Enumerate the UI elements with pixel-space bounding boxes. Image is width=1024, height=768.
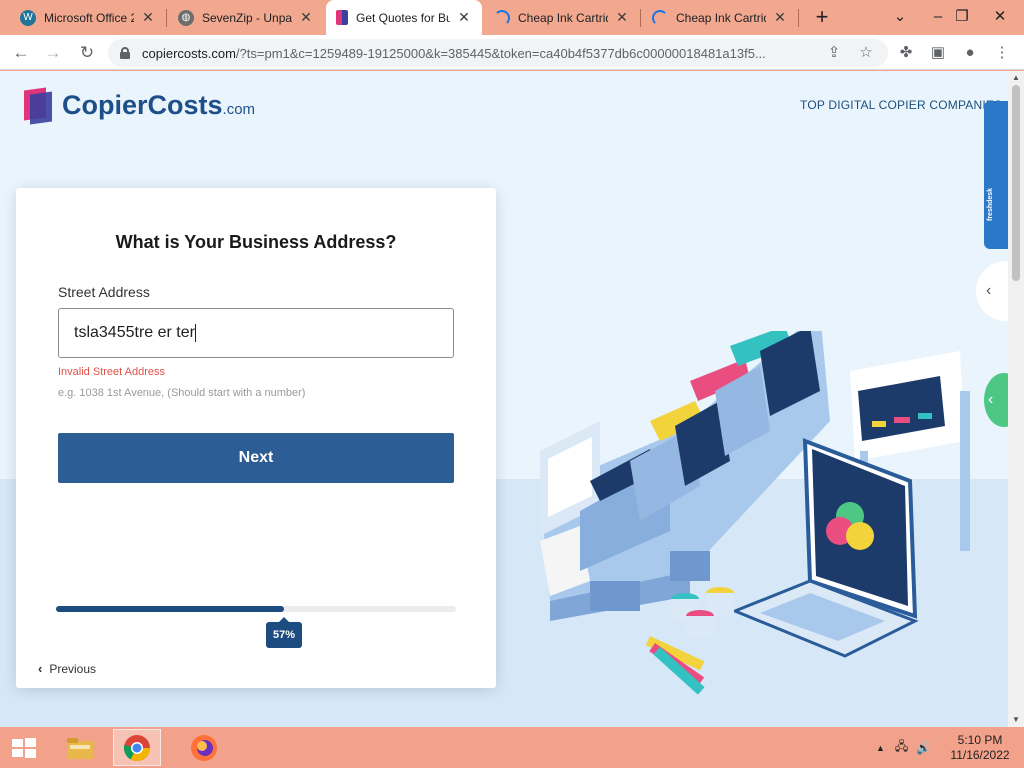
url-host: copiercosts.com bbox=[142, 45, 236, 61]
address-form-card: What is Your Business Address? Street Ad… bbox=[16, 188, 496, 688]
tab-title: Cheap Ink Cartrid bbox=[518, 10, 608, 25]
url-text: copiercosts.com/?ts=pm1&c=1259489-191250… bbox=[142, 46, 822, 61]
volume-icon[interactable]: 🔊 bbox=[916, 741, 931, 755]
address-bar[interactable]: copiercosts.com/?ts=pm1&c=1259489-191250… bbox=[108, 39, 888, 67]
page-scrollbar[interactable]: ▲ ▼ bbox=[1008, 71, 1024, 727]
browser-toolbar: ← → ↻ copiercosts.com/?ts=pm1&c=1259489-… bbox=[0, 35, 1024, 70]
menu-kebab-icon[interactable]: ⋮ bbox=[989, 40, 1015, 66]
tab-cheap-ink-1[interactable]: Cheap Ink Cartrid ✕ bbox=[484, 0, 640, 35]
globe-icon: ◍ bbox=[178, 9, 194, 26]
close-icon[interactable]: ✕ bbox=[140, 9, 156, 26]
back-arrow-icon[interactable]: ← bbox=[8, 40, 34, 66]
windows-start-button[interactable] bbox=[0, 729, 48, 766]
logo-text: CopierCosts.com bbox=[62, 90, 255, 121]
chevron-left-icon: ‹ bbox=[986, 282, 992, 299]
loading-icon bbox=[652, 9, 668, 26]
tab-title: Get Quotes for Bu bbox=[356, 10, 450, 25]
firefox-taskbar-button[interactable] bbox=[180, 729, 228, 766]
loading-icon bbox=[494, 9, 510, 26]
side-widget-label: freshdesk bbox=[987, 187, 994, 221]
form-heading: What is Your Business Address? bbox=[115, 232, 397, 252]
close-icon[interactable]: ✕ bbox=[298, 9, 314, 26]
show-hidden-icons-icon[interactable]: ▲ bbox=[876, 743, 885, 753]
progress-fill bbox=[56, 606, 284, 612]
top-copier-companies-link[interactable]: TOP DIGITAL COPIER COMPANIES bbox=[800, 98, 1002, 112]
file-explorer-taskbar-button[interactable] bbox=[56, 729, 104, 766]
taskbar-clock[interactable]: 5:10 PM 11/16/2022 bbox=[944, 733, 1016, 763]
network-icon[interactable]: 🖧 bbox=[895, 737, 908, 758]
previous-label: Previous bbox=[49, 661, 97, 676]
firefox-icon bbox=[191, 734, 217, 761]
progress-percent-badge: 57% bbox=[266, 617, 302, 648]
extensions-puzzle-icon[interactable]: ✤ bbox=[893, 40, 919, 66]
windows-taskbar: ▲ 🖧 🔊 5:10 PM 11/16/2022 bbox=[0, 727, 1024, 768]
tab-separator bbox=[166, 9, 167, 27]
street-address-hint: e.g. 1038 1st Avenue, (Should start with… bbox=[58, 387, 306, 399]
forward-arrow-icon[interactable]: → bbox=[40, 40, 66, 66]
chrome-taskbar-button[interactable] bbox=[113, 729, 161, 766]
street-address-input[interactable] bbox=[58, 308, 454, 358]
wordpress-icon: W bbox=[20, 9, 36, 26]
tab-strip: W Microsoft Office 2 ✕ ◍ SevenZip - Unpa… bbox=[0, 0, 1024, 35]
freshdesk-side-widget[interactable]: freshdesk bbox=[984, 101, 1008, 249]
tab-title: Microsoft Office 2 bbox=[44, 10, 134, 25]
bookmark-star-icon[interactable]: ☆ bbox=[853, 40, 879, 66]
scroll-down-icon[interactable]: ▼ bbox=[1008, 713, 1024, 727]
tab-title: Cheap Ink Cartrid bbox=[676, 10, 766, 25]
logo[interactable]: CopierCosts.com bbox=[24, 87, 255, 125]
close-icon[interactable]: ✕ bbox=[456, 9, 472, 26]
tab-sevenzip[interactable]: ◍ SevenZip - Unpac ✕ bbox=[168, 0, 324, 35]
copiercosts-logo-icon bbox=[24, 87, 54, 125]
system-tray: ▲ 🖧 🔊 bbox=[876, 727, 931, 768]
scrollbar-thumb[interactable] bbox=[1012, 85, 1020, 281]
press-machine bbox=[540, 331, 830, 621]
tab-cheap-ink-2[interactable]: Cheap Ink Cartrid ✕ bbox=[642, 0, 798, 35]
side-panel-icon[interactable]: ▣ bbox=[925, 40, 951, 66]
previous-button[interactable]: ‹ Previous bbox=[38, 661, 96, 676]
share-icon[interactable]: ⇪ bbox=[821, 40, 847, 66]
tab-microsoft-office[interactable]: W Microsoft Office 2 ✕ bbox=[10, 0, 166, 35]
clock-time: 5:10 PM bbox=[957, 733, 1003, 747]
next-button[interactable]: Next bbox=[58, 433, 454, 483]
restore-button[interactable]: ❐ bbox=[942, 0, 982, 35]
folder-icon bbox=[67, 737, 93, 759]
lock-icon bbox=[120, 47, 130, 59]
scroll-up-icon[interactable]: ▲ bbox=[1008, 71, 1024, 85]
logo-suffix: .com bbox=[222, 100, 256, 118]
printing-press-illustration bbox=[540, 331, 970, 695]
windows-logo-icon bbox=[12, 737, 36, 758]
tab-get-quotes[interactable]: Get Quotes for Bu ✕ bbox=[326, 0, 482, 35]
progress-bar bbox=[56, 606, 456, 612]
tab-separator bbox=[798, 9, 799, 27]
chrome-icon bbox=[123, 734, 151, 761]
clock-date: 11/16/2022 bbox=[950, 748, 1010, 762]
text-caret bbox=[195, 324, 196, 342]
logo-name: CopierCosts bbox=[62, 89, 223, 120]
profile-avatar-icon[interactable]: ● bbox=[957, 40, 983, 66]
new-tab-button[interactable]: + bbox=[810, 4, 834, 30]
reload-icon[interactable]: ↻ bbox=[74, 40, 100, 66]
window-close-button[interactable]: ✕ bbox=[980, 0, 1020, 35]
street-address-label: Street Address bbox=[58, 284, 150, 300]
tab-title: SevenZip - Unpac bbox=[202, 10, 292, 25]
page-viewport: CopierCosts.com TOP DIGITAL COPIER COMPA… bbox=[0, 71, 1008, 727]
tab-separator bbox=[640, 9, 641, 27]
url-path: /?ts=pm1&c=1259489-19125000&k=385445&tok… bbox=[235, 45, 766, 61]
slide-out-panel-button[interactable]: ‹ bbox=[976, 261, 1008, 321]
tab-search-chevron-icon[interactable]: ⌄ bbox=[880, 0, 920, 35]
ink-jars bbox=[671, 587, 734, 638]
close-icon[interactable]: ✕ bbox=[772, 9, 788, 26]
close-icon[interactable]: ✕ bbox=[614, 9, 630, 26]
color-swatch-fan bbox=[645, 636, 705, 695]
chevron-left-icon: ‹ bbox=[38, 661, 43, 676]
chevron-left-icon: ‹ bbox=[988, 391, 994, 408]
street-address-error: Invalid Street Address bbox=[58, 366, 166, 378]
copiercosts-icon bbox=[336, 10, 348, 25]
